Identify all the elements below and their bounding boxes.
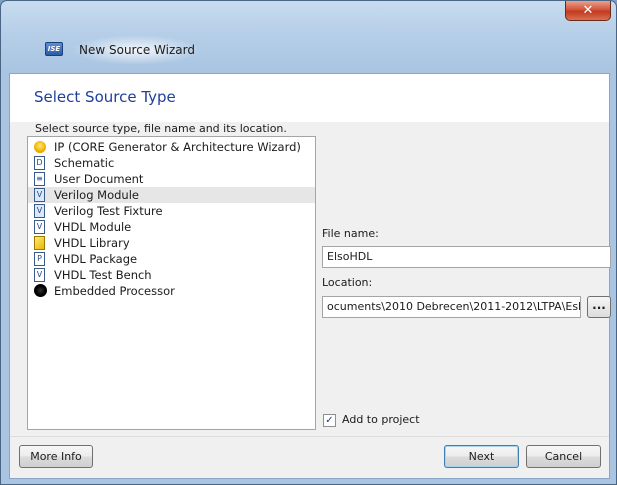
vhdl-library-icon [34, 236, 45, 250]
source-type-item[interactable]: IP (CORE Generator & Architecture Wizard… [28, 139, 315, 155]
source-type-label: VHDL Library [54, 236, 130, 250]
source-type-item[interactable]: V VHDL Test Bench [28, 267, 315, 283]
processor-icon [34, 284, 47, 297]
verilog-test-fixture-icon: V [34, 204, 45, 218]
verilog-module-icon: V [34, 188, 45, 202]
header-band: Select Source Type [10, 74, 609, 122]
page-title: Select Source Type [34, 88, 176, 106]
source-type-item[interactable]: ≡ User Document [28, 171, 315, 187]
ise-app-icon: ISE [45, 42, 63, 56]
cancel-button[interactable]: Cancel [526, 445, 601, 468]
ip-bulb-icon [34, 141, 46, 153]
source-type-label: VHDL Test Bench [54, 268, 152, 282]
add-to-project-checkbox[interactable]: ✓ [323, 414, 336, 427]
source-type-item[interactable]: D Schematic [28, 155, 315, 171]
vhdl-test-bench-icon: V [34, 268, 45, 282]
browse-button[interactable]: ... [587, 296, 611, 318]
source-type-label: Verilog Test Fixture [54, 204, 163, 218]
file-name-input[interactable]: ElsoHDL [322, 246, 611, 268]
wizard-window: ISE New Source Wizard ✕ Select Source Ty… [0, 0, 617, 485]
source-type-item[interactable]: V Verilog Test Fixture [28, 203, 315, 219]
footer-divider [10, 436, 609, 437]
location-input[interactable]: ocuments\2010 Debrecen\2011-2012\LTPA\Es… [322, 296, 581, 318]
close-button[interactable]: ✕ [565, 1, 611, 21]
source-type-label: IP (CORE Generator & Architecture Wizard… [54, 140, 301, 154]
source-type-item[interactable]: V Verilog Module [28, 187, 315, 203]
source-type-label: Verilog Module [54, 188, 139, 202]
window-title: New Source Wizard [79, 43, 195, 57]
source-type-label: User Document [54, 172, 144, 186]
add-to-project-label: Add to project [342, 413, 420, 426]
wizard-client-area: Select Source Type Select source type, f… [9, 73, 611, 479]
page-subtitle: Select source type, file name and its lo… [35, 122, 287, 135]
file-name-label: File name: [322, 227, 379, 240]
vhdl-module-icon: V [34, 220, 45, 234]
vhdl-package-icon: P [34, 252, 45, 266]
source-type-item[interactable]: V VHDL Module [28, 219, 315, 235]
source-type-label: VHDL Module [54, 220, 132, 234]
source-type-label: Schematic [54, 156, 115, 170]
source-type-item[interactable]: VHDL Library [28, 235, 315, 251]
source-type-item[interactable]: P VHDL Package [28, 251, 315, 267]
source-type-list[interactable]: IP (CORE Generator & Architecture Wizard… [27, 136, 316, 430]
source-type-item[interactable]: Embedded Processor [28, 283, 315, 299]
location-label: Location: [322, 276, 373, 289]
source-type-label: Embedded Processor [54, 284, 175, 298]
document-icon: ≡ [34, 172, 45, 186]
next-button[interactable]: Next [444, 445, 519, 468]
more-info-button[interactable]: More Info [19, 445, 93, 468]
source-type-label: VHDL Package [54, 252, 138, 266]
schematic-icon: D [34, 156, 45, 170]
